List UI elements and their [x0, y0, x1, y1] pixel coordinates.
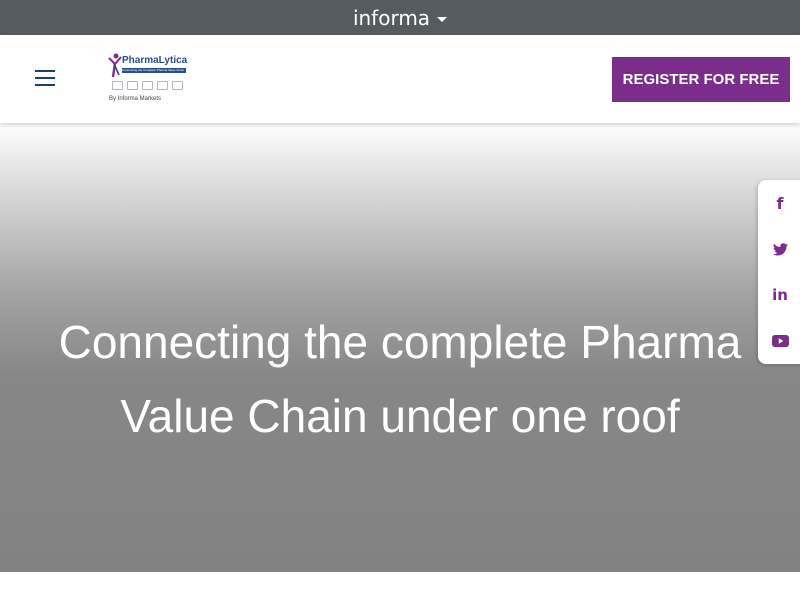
figure-icon — [108, 53, 122, 78]
logo-search-icon — [142, 81, 153, 90]
facebook-icon[interactable]: f — [758, 188, 800, 218]
menu-icon[interactable] — [35, 70, 55, 86]
hero-banner: Connecting the complete Pharma Value Cha… — [0, 123, 800, 572]
informa-topbar: informa — [0, 0, 800, 35]
social-share-bar: f in — [758, 180, 800, 364]
logo-flask-icon — [127, 81, 138, 90]
informa-brand-dropdown[interactable]: informa — [352, 5, 448, 30]
hero-title-line-1: Connecting the complete Pharma — [58, 316, 742, 368]
linkedin-icon[interactable]: in — [758, 280, 800, 310]
register-for-free-button[interactable]: REGISTER FOR FREE — [612, 57, 790, 102]
site-header: PharmaLytica Connecting the Complete Pha… — [0, 35, 800, 123]
logo-by-informa: By Informa Markets — [109, 96, 162, 102]
twitter-icon[interactable] — [758, 234, 800, 264]
pharmalytica-logo[interactable]: PharmaLytica Connecting the Complete Pha… — [108, 53, 192, 105]
page-content-start — [0, 572, 800, 600]
logo-eye-icon — [157, 81, 168, 90]
informa-brand-label: informa — [352, 5, 431, 30]
hero-title-line-2: Value Chain under one roof — [120, 390, 680, 442]
logo-icon-row — [112, 81, 183, 90]
hero-title: Connecting the complete Pharma Value Cha… — [0, 305, 800, 453]
caret-down-icon — [437, 16, 448, 22]
logo-tagline: Connecting the Complete Pharma Value Cha… — [122, 68, 186, 73]
logo-machine-icon — [172, 81, 183, 90]
logo-pill-icon — [112, 81, 123, 90]
logo-name: PharmaLytica — [122, 55, 188, 66]
youtube-icon[interactable] — [758, 326, 800, 356]
